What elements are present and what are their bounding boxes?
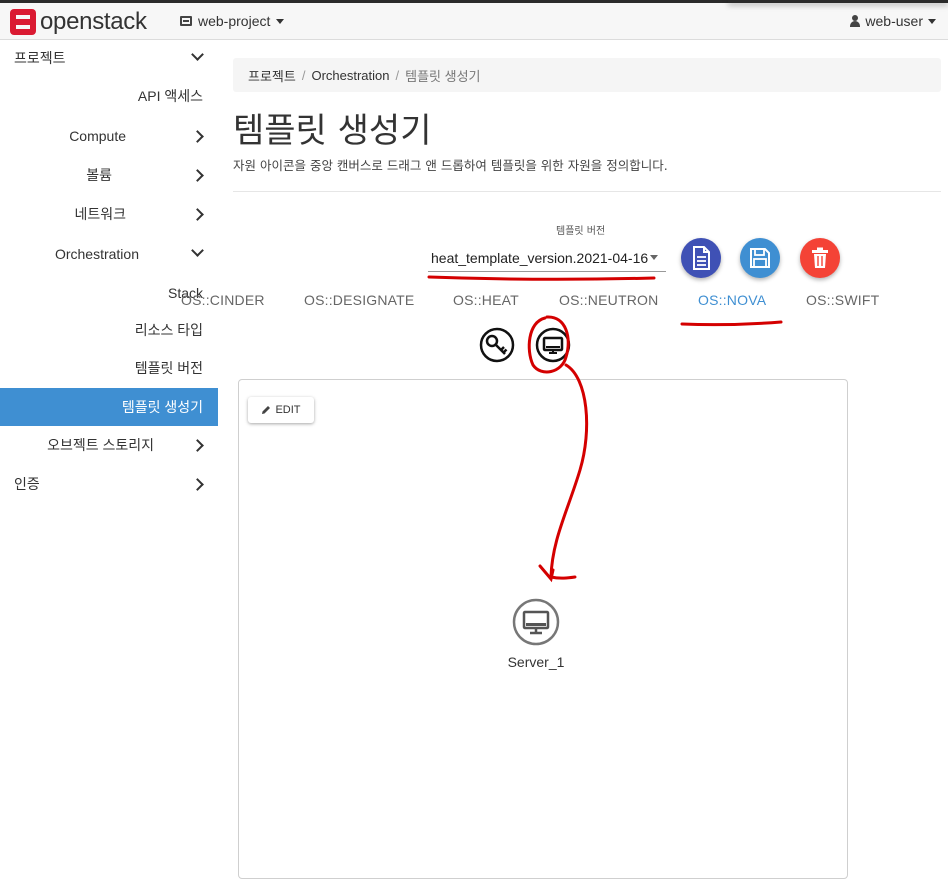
chevron-down-icon: [276, 18, 285, 24]
server-node-icon[interactable]: [512, 598, 560, 646]
tab-os-swift[interactable]: OS::SWIFT: [806, 292, 879, 308]
user-name: web-user: [865, 13, 923, 29]
chevron-right-icon: [191, 439, 204, 452]
sidebar-item-template-versions[interactable]: 템플릿 버전: [0, 350, 218, 386]
edit-button-label: EDIT: [275, 404, 301, 416]
view-template-button[interactable]: [681, 238, 721, 278]
page-description: 자원 아이콘을 중앙 캔버스로 드래그 앤 드롭하여 템플릿을 위한 자원을 정…: [233, 158, 668, 173]
sidebar-item-label: 템플릿 생성기: [121, 399, 203, 415]
key-icon[interactable]: [479, 327, 515, 363]
save-icon: [750, 248, 770, 268]
sidebar-item-label: 볼륨: [86, 167, 112, 183]
document-icon: [693, 246, 710, 270]
underline-nova-tab: [680, 320, 783, 327]
delete-template-button[interactable]: [800, 238, 840, 278]
chevron-down-icon: [928, 18, 936, 24]
pencil-icon: [262, 406, 271, 414]
dropdown-shadow: [728, 0, 948, 3]
chevron-down-icon: [191, 48, 204, 61]
sidebar-item-template-generator[interactable]: 템플릿 생성기: [0, 388, 218, 426]
breadcrumb-item[interactable]: 프로젝트: [248, 66, 296, 85]
openstack-logo[interactable]: openstack: [10, 8, 147, 36]
sidebar-item-identity[interactable]: 인증: [0, 466, 218, 502]
user-icon: [850, 15, 861, 27]
top-navbar: openstack web-project web-user: [0, 0, 948, 40]
template-version-select[interactable]: heat_template_version.2021-04-16: [428, 244, 666, 272]
sidebar-item-label: 프로젝트: [14, 50, 66, 66]
sidebar-item-resource-types[interactable]: 리소스 타입: [0, 312, 218, 348]
server-icon[interactable]: [535, 327, 571, 363]
chevron-right-icon: [191, 169, 204, 182]
sidebar-item-label: 리소스 타입: [134, 322, 203, 338]
edit-button[interactable]: EDIT: [248, 397, 314, 423]
sidebar-item-object-storage[interactable]: 오브젝트 스토리지: [0, 427, 218, 463]
tab-os-designate[interactable]: OS::DESIGNATE: [304, 292, 414, 308]
sidebar-item-label: 인증: [14, 476, 40, 492]
sidebar-item-network[interactable]: 네트워크: [0, 196, 218, 232]
divider: [233, 191, 941, 192]
sidebar-item-label: API 액세스: [137, 88, 203, 104]
page-title: 템플릿 생성기: [233, 111, 432, 151]
openstack-logo-icon: [10, 9, 36, 35]
template-version-label: 템플릿 버전: [556, 226, 606, 237]
tab-os-nova[interactable]: OS::NOVA: [698, 292, 766, 308]
sidebar-item-compute[interactable]: Compute: [0, 118, 218, 154]
sidebar-item-project[interactable]: 프로젝트: [0, 40, 218, 76]
chevron-down-icon: [191, 244, 204, 257]
tab-os-heat[interactable]: OS::HEAT: [453, 292, 519, 308]
sidebar-item-label: 템플릿 버전: [134, 360, 203, 376]
sidebar-item-api-access[interactable]: API 액세스: [0, 78, 218, 114]
sidebar-item-label: Compute: [69, 128, 126, 144]
project-switcher[interactable]: web-project: [180, 13, 285, 29]
breadcrumb-current: 템플릿 생성기: [405, 68, 481, 84]
project-icon: [180, 16, 192, 26]
sidebar: 프로젝트 API 액세스 Compute 볼륨 네트워크 Orchestrati…: [0, 40, 218, 895]
project-name: web-project: [198, 13, 271, 29]
breadcrumb: 프로젝트 / Orchestration / 템플릿 생성기: [233, 58, 941, 92]
tab-os-cinder[interactable]: OS::CINDER: [181, 292, 265, 308]
tab-os-neutron[interactable]: OS::NEUTRON: [559, 292, 658, 308]
underline-version: [427, 275, 656, 281]
user-menu[interactable]: web-user: [850, 13, 936, 29]
breadcrumb-separator: /: [395, 67, 400, 83]
breadcrumb-item[interactable]: Orchestration: [311, 68, 389, 83]
template-version-value: heat_template_version.2021-04-16: [431, 249, 649, 266]
sidebar-item-volume[interactable]: 볼륨: [0, 157, 218, 193]
save-template-button[interactable]: [740, 238, 780, 278]
sidebar-item-label: 네트워크: [74, 206, 126, 222]
sidebar-item-orchestration[interactable]: Orchestration: [0, 236, 218, 272]
sidebar-item-label: 오브젝트 스토리지: [47, 437, 154, 453]
chevron-right-icon: [191, 130, 204, 143]
breadcrumb-separator: /: [301, 67, 306, 83]
server-node-label: Server_1: [507, 654, 565, 670]
brand-text: openstack: [40, 8, 147, 35]
chevron-right-icon: [191, 208, 204, 221]
chevron-down-icon: [650, 255, 658, 260]
trash-icon: [812, 247, 828, 268]
sidebar-item-label: Orchestration: [54, 246, 139, 262]
chevron-right-icon: [191, 478, 204, 491]
